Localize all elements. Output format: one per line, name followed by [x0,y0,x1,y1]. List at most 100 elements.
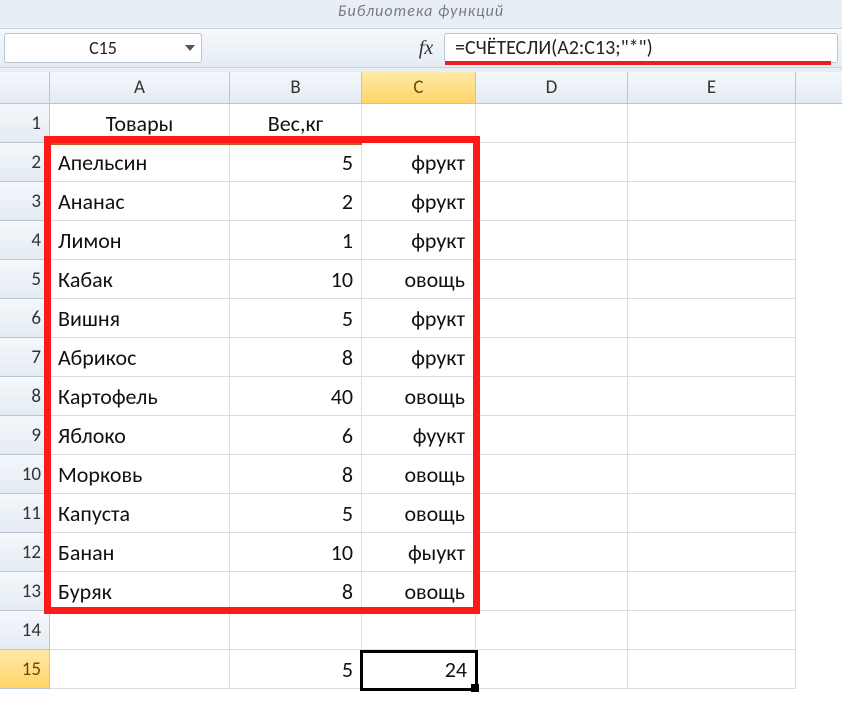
cell[interactable] [476,143,628,182]
cell[interactable] [476,377,628,416]
cell[interactable] [628,104,796,143]
fx-icon[interactable]: fx [408,37,444,60]
cell[interactable]: Картофель [50,377,230,416]
cell[interactable] [476,572,628,611]
cell[interactable]: Капуста [50,494,230,533]
row-header[interactable]: 13 [0,572,50,611]
select-all-corner[interactable] [0,72,50,103]
row-header[interactable]: 10 [0,455,50,494]
cell[interactable] [50,611,230,650]
cell[interactable] [476,260,628,299]
cell[interactable]: фыукт [362,533,476,572]
cell[interactable] [476,182,628,221]
cell[interactable] [628,455,796,494]
cell[interactable]: овощь [362,260,476,299]
cell[interactable]: 5 [230,494,362,533]
row-header[interactable]: 2 [0,143,50,182]
spreadsheet-grid[interactable]: A B C D E 1 Товары Вес,кг 2Апельсин5фрук… [0,72,842,726]
cell[interactable]: Морковь [50,455,230,494]
row-header[interactable]: 15 [0,650,50,689]
cell[interactable]: фрукт [362,221,476,260]
cell[interactable] [476,650,628,689]
formula-input[interactable]: =СЧЁТЕСЛИ(A2:C13;"*") [444,33,838,63]
row-header[interactable]: 6 [0,299,50,338]
col-header-A[interactable]: A [50,72,230,103]
cell[interactable]: Товары [50,104,230,143]
cell[interactable]: Буряк [50,572,230,611]
cell[interactable]: фуукт [362,416,476,455]
cell[interactable]: Вишня [50,299,230,338]
cell[interactable] [476,416,628,455]
cell[interactable]: 5 [230,299,362,338]
cell[interactable] [230,611,362,650]
cell[interactable]: 40 [230,377,362,416]
col-header-C[interactable]: C [362,72,476,103]
cell[interactable] [628,416,796,455]
cell[interactable]: 1 [230,221,362,260]
row-header[interactable]: 8 [0,377,50,416]
row-header[interactable]: 1 [0,104,50,143]
cell[interactable]: 5 [230,143,362,182]
col-header-D[interactable]: D [476,72,628,103]
row-header[interactable]: 14 [0,611,50,650]
cell[interactable]: фрукт [362,299,476,338]
cell[interactable]: Банан [50,533,230,572]
cell[interactable]: 10 [230,260,362,299]
cell[interactable] [628,494,796,533]
row-header[interactable]: 7 [0,338,50,377]
cell[interactable]: 2 [230,182,362,221]
cell[interactable] [628,338,796,377]
cell[interactable]: Лимон [50,221,230,260]
cell[interactable]: 8 [230,338,362,377]
cell[interactable]: 6 [230,416,362,455]
cell[interactable]: Апельсин [50,143,230,182]
cell[interactable] [628,650,796,689]
cell[interactable]: фрукт [362,143,476,182]
col-header-B[interactable]: B [230,72,362,103]
cell[interactable] [628,221,796,260]
cell[interactable]: Вес,кг [230,104,362,143]
cell[interactable] [628,182,796,221]
cell[interactable]: Яблоко [50,416,230,455]
cell[interactable] [50,650,230,689]
cell[interactable] [476,455,628,494]
cell[interactable] [476,611,628,650]
cell[interactable] [628,377,796,416]
cell[interactable]: фрукт [362,338,476,377]
cell[interactable] [628,533,796,572]
cell[interactable]: Кабак [50,260,230,299]
cell[interactable]: Абрикос [50,338,230,377]
cell[interactable]: овощь [362,377,476,416]
cell[interactable] [628,572,796,611]
row-header[interactable]: 11 [0,494,50,533]
col-header-E[interactable]: E [628,72,796,103]
cell[interactable] [476,104,628,143]
cell[interactable]: овощь [362,572,476,611]
chevron-down-icon[interactable] [185,45,195,51]
cell[interactable] [476,494,628,533]
cell[interactable]: 8 [230,455,362,494]
row-header[interactable]: 4 [0,221,50,260]
cell[interactable] [362,104,476,143]
cell[interactable] [476,338,628,377]
cell[interactable] [476,221,628,260]
row-header[interactable]: 9 [0,416,50,455]
cell[interactable]: Ананас [50,182,230,221]
cell[interactable] [628,611,796,650]
cell[interactable]: овощь [362,494,476,533]
cell[interactable] [362,611,476,650]
cell[interactable]: 8 [230,572,362,611]
cell[interactable]: 5 [230,650,362,689]
name-box[interactable]: C15 [4,33,202,63]
cell[interactable] [628,143,796,182]
cell[interactable] [476,299,628,338]
cell[interactable] [628,299,796,338]
row-header[interactable]: 12 [0,533,50,572]
cell[interactable]: 10 [230,533,362,572]
row-header[interactable]: 5 [0,260,50,299]
cell[interactable] [476,533,628,572]
cell[interactable] [628,260,796,299]
cell[interactable]: овощь [362,455,476,494]
cell[interactable]: фрукт [362,182,476,221]
row-header[interactable]: 3 [0,182,50,221]
